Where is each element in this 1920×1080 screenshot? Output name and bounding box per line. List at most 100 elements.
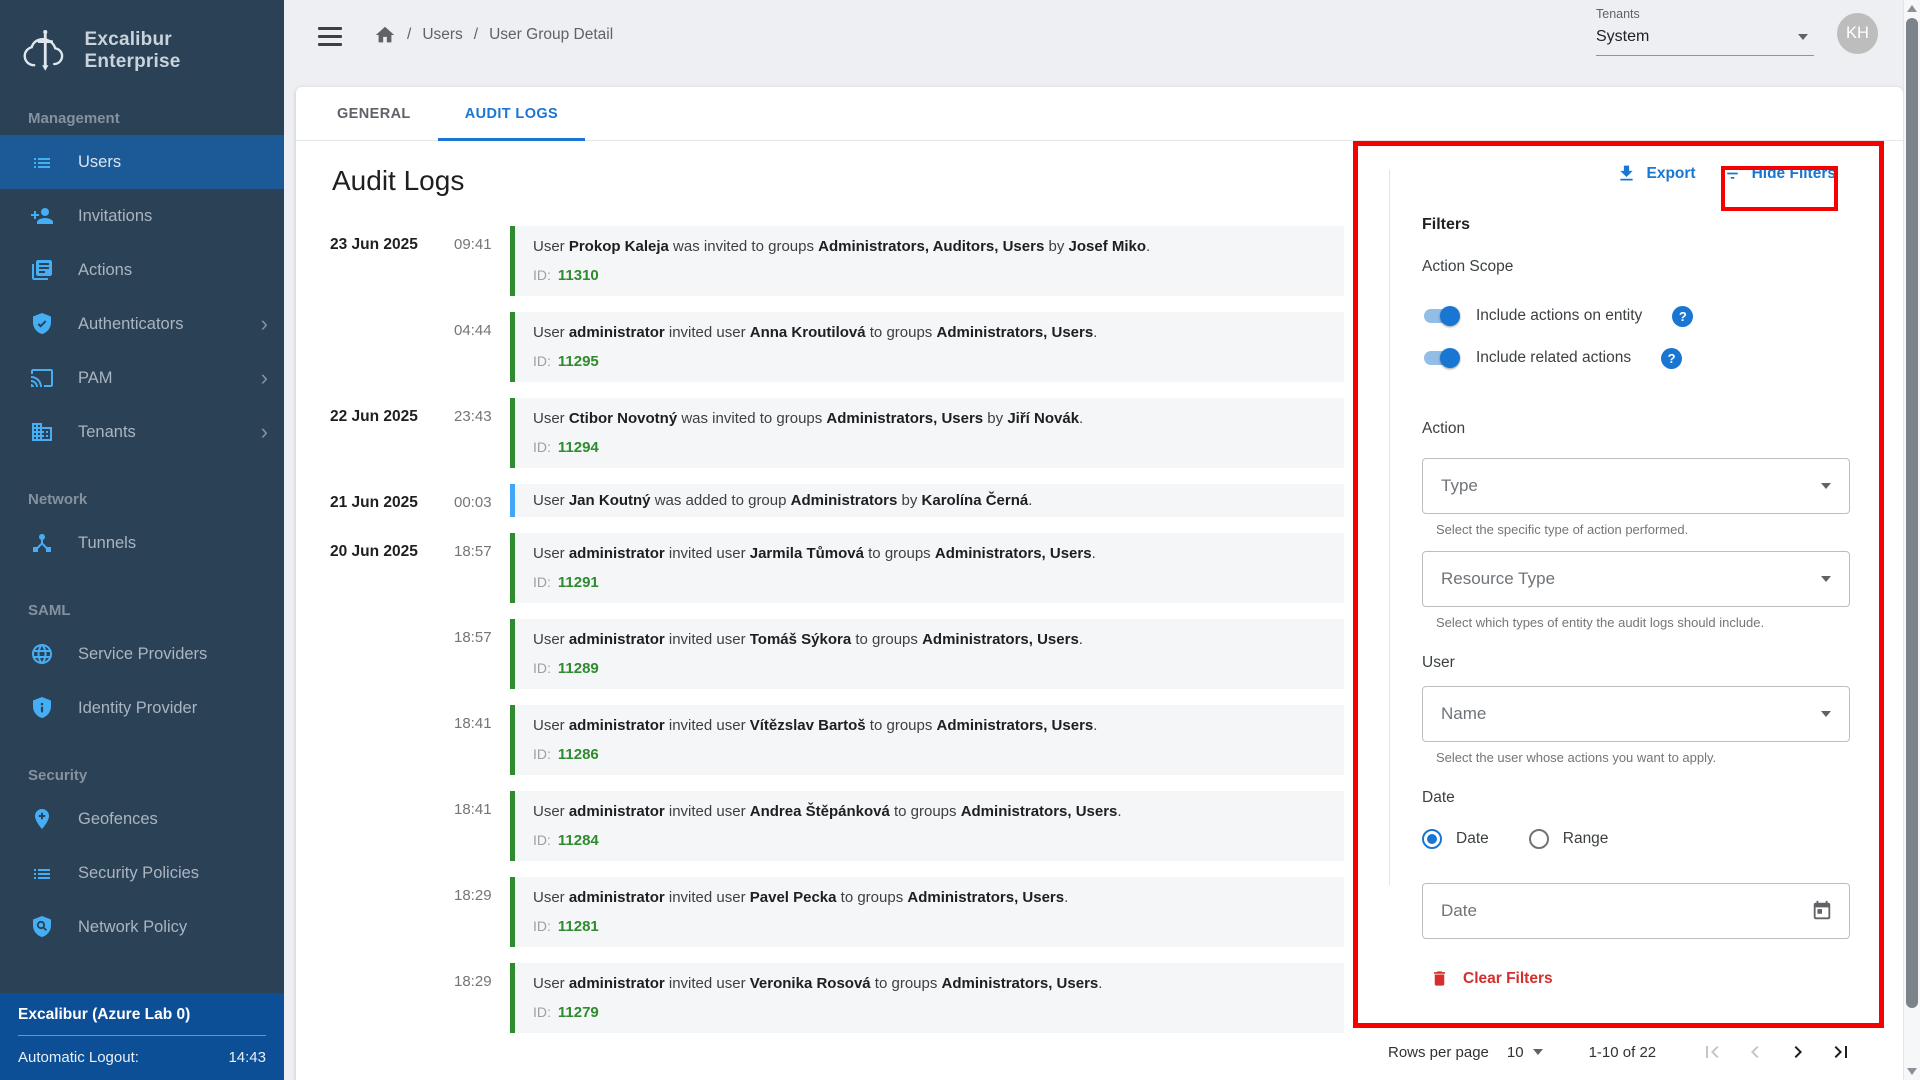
- log-date: 23 Jun 2025: [330, 226, 454, 296]
- log-entry: User administrator invited user Andrea Š…: [510, 791, 1344, 861]
- log-date: [330, 963, 454, 1033]
- clear-filters-button[interactable]: Clear Filters: [1422, 969, 1850, 988]
- scroll-down-icon[interactable]: [1907, 1068, 1917, 1075]
- sidebar-item-pam[interactable]: PAM›: [0, 351, 284, 405]
- chevron-down-icon: [1821, 483, 1831, 489]
- help-icon[interactable]: ?: [1672, 306, 1693, 327]
- download-icon: [1616, 163, 1637, 184]
- page-title: Audit Logs: [332, 165, 464, 197]
- excalibur-logo-icon: [20, 28, 71, 74]
- date-input[interactable]: Date: [1422, 883, 1850, 939]
- home-icon[interactable]: [374, 24, 396, 46]
- sidebar: Excalibur Enterprise ManagementUsersInvi…: [0, 0, 284, 1080]
- log-entry: User administrator invited user Vítězsla…: [510, 705, 1344, 775]
- log-time: 18:41: [454, 705, 510, 775]
- sidebar-section-label: SAML: [28, 602, 284, 619]
- scrollbar-thumb[interactable]: [1906, 18, 1918, 1008]
- log-row: 18:29User administrator invited user Ver…: [330, 963, 1344, 1033]
- log-time: 18:57: [454, 533, 510, 603]
- log-entry: User administrator invited user Tomáš Sý…: [510, 619, 1344, 689]
- filters-panel: Filters Action Scope Include actions on …: [1422, 216, 1850, 988]
- sidebar-item-label: PAM: [78, 369, 113, 388]
- log-message: User administrator invited user Tomáš Sý…: [533, 631, 1326, 648]
- calendar-icon[interactable]: [1811, 900, 1833, 922]
- tenant-select-value: System: [1596, 28, 1649, 46]
- sidebar-item-tenants[interactable]: Tenants›: [0, 405, 284, 459]
- sidebar-item-service-providers[interactable]: Service Providers: [0, 627, 284, 681]
- log-row: 18:41 User administrator invited user Vít…: [330, 705, 1344, 775]
- sidebar-item-invitations[interactable]: Invitations: [0, 189, 284, 243]
- avatar[interactable]: KH: [1837, 13, 1878, 54]
- last-page-icon: [1829, 1040, 1853, 1064]
- log-message: User Jan Koutný was added to group Admin…: [533, 492, 1326, 509]
- log-message: User administrator invited user Anna Kro…: [533, 324, 1326, 341]
- sidebar-footer: Excalibur (Azure Lab 0) Automatic Logout…: [0, 993, 284, 1080]
- tenant-select[interactable]: Tenants System: [1596, 7, 1814, 56]
- hub-icon: [30, 531, 54, 555]
- log-row: 18:41 User administrator invited user And…: [330, 791, 1344, 861]
- action-type-select[interactable]: Type: [1422, 458, 1850, 514]
- log-date: 20 Jun 2025: [330, 533, 454, 603]
- sidebar-item-identity-provider[interactable]: Identity Provider: [0, 681, 284, 735]
- sidebar-item-users[interactable]: Users: [0, 135, 284, 189]
- sidebar-item-network-policy[interactable]: Network Policy: [0, 900, 284, 954]
- log-time: 18:41: [454, 791, 510, 861]
- last-page-button[interactable]: [1829, 1040, 1853, 1064]
- user-group-detail-card: GENERAL AUDIT LOGS Audit Logs 23 Jun 202…: [296, 87, 1903, 1080]
- sidebar-item-label: Actions: [78, 261, 132, 280]
- resource-type-select[interactable]: Resource Type: [1422, 551, 1850, 607]
- scrollbar[interactable]: [1903, 0, 1920, 1080]
- user-name-select[interactable]: Name: [1422, 686, 1850, 742]
- log-id: ID:11286: [533, 746, 1326, 763]
- sidebar-item-label: Users: [78, 153, 121, 172]
- sidebar-item-actions[interactable]: Actions: [0, 243, 284, 297]
- log-entry: User Ctibor Novotný was invited to group…: [510, 398, 1344, 468]
- log-message: User administrator invited user Vítězsla…: [533, 717, 1326, 734]
- first-page-button[interactable]: [1700, 1040, 1724, 1064]
- help-icon[interactable]: ?: [1661, 348, 1682, 369]
- log-row: 18:57User administrator invited user Tom…: [330, 619, 1344, 689]
- log-message: User administrator invited user Jarmila …: [533, 545, 1326, 562]
- log-message: User Prokop Kaleja was invited to groups…: [533, 238, 1326, 255]
- scroll-up-icon[interactable]: [1907, 5, 1917, 12]
- radio-date[interactable]: [1422, 829, 1442, 849]
- log-message: User administrator invited user Andrea Š…: [533, 803, 1326, 820]
- topbar: / Users / User Group Detail Tenants Syst…: [284, 0, 1920, 87]
- sidebar-item-label: Tunnels: [78, 534, 136, 553]
- log-entry: User administrator invited user Veronika…: [510, 963, 1344, 1033]
- rows-per-page-select[interactable]: 10: [1507, 1044, 1543, 1061]
- shield-info-icon: [30, 696, 54, 720]
- chevron-down-icon: [1533, 1049, 1543, 1055]
- shield-search-icon: [30, 915, 54, 939]
- user-name-helper: Select the user whose actions you want t…: [1422, 750, 1850, 765]
- action-scope-label: Action Scope: [1422, 258, 1850, 276]
- sidebar-item-geofences[interactable]: Geofences: [0, 792, 284, 846]
- previous-page-button[interactable]: [1743, 1040, 1767, 1064]
- radio-range[interactable]: [1529, 829, 1549, 849]
- trash-icon: [1430, 969, 1449, 988]
- list-icon: [30, 150, 54, 174]
- sidebar-item-tunnels[interactable]: Tunnels: [0, 516, 284, 570]
- sidebar-item-security-policies[interactable]: Security Policies: [0, 846, 284, 900]
- export-button[interactable]: Export: [1616, 163, 1695, 184]
- log-time: 04:44: [454, 312, 510, 382]
- sidebar-item-authenticators[interactable]: Authenticators›: [0, 297, 284, 351]
- log-id: ID:11294: [533, 439, 1326, 456]
- sidebar-item-label: Identity Provider: [78, 699, 197, 718]
- sidebar-item-label: Network Policy: [78, 918, 187, 937]
- toggle-include-related-actions[interactable]: [1422, 348, 1460, 368]
- log-entry: User Prokop Kaleja was invited to groups…: [510, 226, 1344, 296]
- log-id: ID:11295: [533, 353, 1326, 370]
- brand-header: Excalibur Enterprise: [0, 0, 284, 78]
- tab-general[interactable]: GENERAL: [310, 87, 438, 140]
- sidebar-item-label: Service Providers: [78, 645, 207, 664]
- brand-name: Excalibur Enterprise: [85, 29, 268, 73]
- log-date: 21 Jun 2025: [330, 484, 454, 517]
- tab-audit-logs[interactable]: AUDIT LOGS: [438, 87, 585, 140]
- breadcrumb-users[interactable]: Users: [422, 26, 462, 44]
- hide-filters-button[interactable]: Hide Filters: [1722, 163, 1836, 184]
- next-page-button[interactable]: [1786, 1040, 1810, 1064]
- toggle-include-actions-on-entity[interactable]: [1422, 306, 1460, 326]
- chevron-left-icon: [1743, 1040, 1767, 1064]
- menu-icon[interactable]: [318, 27, 342, 46]
